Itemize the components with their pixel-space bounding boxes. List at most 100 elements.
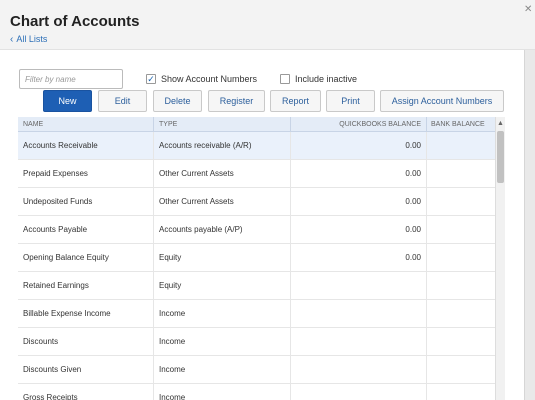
edit-button[interactable]: Edit [98, 90, 147, 112]
include-inactive-checkbox[interactable]: Include inactive [280, 74, 357, 84]
column-divider [426, 188, 427, 216]
quickbooks-balance-cell: 0.00 [405, 197, 421, 206]
table-row[interactable]: Retained Earnings Equity [18, 272, 495, 300]
table-row[interactable]: Gross Receipts Income [18, 384, 495, 400]
window-scrollbar[interactable] [524, 50, 535, 400]
page-header: Chart of Accounts ‹ All Lists ✕ [0, 0, 535, 50]
show-account-numbers-label: Show Account Numbers [161, 74, 258, 84]
column-divider [153, 132, 154, 160]
column-divider [426, 216, 427, 244]
column-header-type[interactable]: TYPE [159, 117, 177, 132]
column-divider [290, 216, 291, 244]
account-type-cell: Income [159, 365, 186, 374]
column-divider [290, 132, 291, 160]
new-button[interactable]: New [43, 90, 92, 112]
all-lists-link[interactable]: ‹ All Lists [10, 34, 47, 44]
column-divider [426, 384, 427, 400]
checkmark-icon: ✓ [146, 73, 156, 84]
table-row[interactable]: Billable Expense Income Income [18, 300, 495, 328]
column-divider [426, 244, 427, 272]
account-name-cell: Billable Expense Income [23, 309, 111, 318]
column-divider [426, 328, 427, 356]
print-button[interactable]: Print [326, 90, 375, 112]
column-divider [290, 272, 291, 300]
column-divider [290, 328, 291, 356]
column-divider [153, 328, 154, 356]
account-name-cell: Opening Balance Equity [23, 253, 109, 262]
table-row[interactable]: Undeposited Funds Other Current Assets 0.0… [18, 188, 495, 216]
delete-button[interactable]: Delete [153, 90, 202, 112]
quickbooks-balance-cell [296, 328, 421, 356]
filter-by-name-input[interactable] [19, 69, 123, 89]
column-divider [426, 160, 427, 188]
column-divider [153, 272, 154, 300]
account-type-cell: Income [159, 393, 186, 400]
account-type-cell: Income [159, 309, 186, 318]
column-divider [290, 300, 291, 328]
column-divider [153, 188, 154, 216]
empty-checkbox-icon [280, 74, 290, 84]
account-name-cell: Gross Receipts [23, 393, 78, 400]
account-name-cell: Accounts Payable [23, 225, 88, 234]
column-divider [290, 384, 291, 400]
account-type-cell: Equity [159, 253, 182, 262]
column-divider [153, 160, 154, 188]
column-divider [153, 244, 154, 272]
table-row[interactable]: Accounts Payable Accounts payable (A/P) 0.… [18, 216, 495, 244]
scroll-thumb[interactable] [497, 131, 504, 183]
column-divider [426, 356, 427, 384]
close-icon[interactable]: ✕ [524, 4, 532, 15]
column-divider [153, 356, 154, 384]
account-type-cell: Equity [159, 281, 182, 290]
account-type-cell: Other Current Assets [159, 197, 234, 206]
table-row[interactable]: Accounts Receivable Accounts receivable (… [18, 132, 495, 160]
quickbooks-balance-cell: 0.00 [405, 141, 421, 150]
column-divider [153, 300, 154, 328]
account-name-cell: Undeposited Funds [23, 197, 93, 206]
scroll-up-arrow-icon[interactable]: ▲ [497, 120, 504, 127]
page-title: Chart of Accounts [10, 13, 140, 30]
table-row[interactable]: Discounts Income [18, 328, 495, 356]
account-type-cell: Accounts receivable (A/R) [159, 141, 252, 150]
table-row[interactable]: Prepaid Expenses Other Current Assets 0.00 [18, 160, 495, 188]
account-type-cell: Other Current Assets [159, 169, 234, 178]
account-name-cell: Retained Earnings [23, 281, 89, 290]
all-lists-label: All Lists [16, 34, 48, 44]
show-account-numbers-checkbox[interactable]: ✓ Show Account Numbers [146, 74, 257, 84]
column-divider [290, 356, 291, 384]
table-row[interactable]: Discounts Given Income [18, 356, 495, 384]
include-inactive-label: Include inactive [295, 74, 358, 84]
accounts-table-body: Accounts Receivable Accounts receivable (… [18, 132, 495, 400]
column-divider [153, 117, 154, 132]
account-name-cell: Accounts Receivable [23, 141, 98, 150]
column-divider [426, 117, 427, 132]
column-divider [153, 216, 154, 244]
column-divider [290, 117, 291, 132]
column-divider [153, 384, 154, 400]
assign-account-numbers-button[interactable]: Assign Account Numbers [380, 90, 504, 112]
column-header-name[interactable]: NAME [23, 117, 43, 132]
column-divider [426, 300, 427, 328]
quickbooks-balance-cell [296, 300, 421, 328]
account-type-cell: Accounts payable (A/P) [159, 225, 243, 234]
column-divider [290, 160, 291, 188]
quickbooks-balance-cell: 0.00 [405, 253, 421, 262]
column-divider [426, 272, 427, 300]
quickbooks-balance-cell [296, 356, 421, 384]
account-type-cell: Income [159, 337, 186, 346]
quickbooks-balance-cell [296, 272, 421, 300]
column-divider [290, 188, 291, 216]
report-button[interactable]: Report [270, 90, 321, 112]
column-divider [426, 132, 427, 160]
account-name-cell: Discounts [23, 337, 59, 346]
table-header: NAME TYPE QUICKBOOKS BALANCE BANK BALANC… [18, 117, 495, 132]
table-row[interactable]: Opening Balance Equity Equity 0.00 [18, 244, 495, 272]
register-button[interactable]: Register [208, 90, 265, 112]
table-scrollbar[interactable]: ▲ [495, 117, 505, 400]
quickbooks-balance-cell [296, 384, 421, 400]
column-header-bank-balance[interactable]: BANK BALANCE [431, 117, 485, 132]
account-name-cell: Discounts Given [23, 365, 82, 374]
quickbooks-balance-cell: 0.00 [405, 225, 421, 234]
quickbooks-balance-cell: 0.00 [405, 169, 421, 178]
column-header-quickbooks-balance[interactable]: QUICKBOOKS BALANCE [296, 117, 421, 132]
